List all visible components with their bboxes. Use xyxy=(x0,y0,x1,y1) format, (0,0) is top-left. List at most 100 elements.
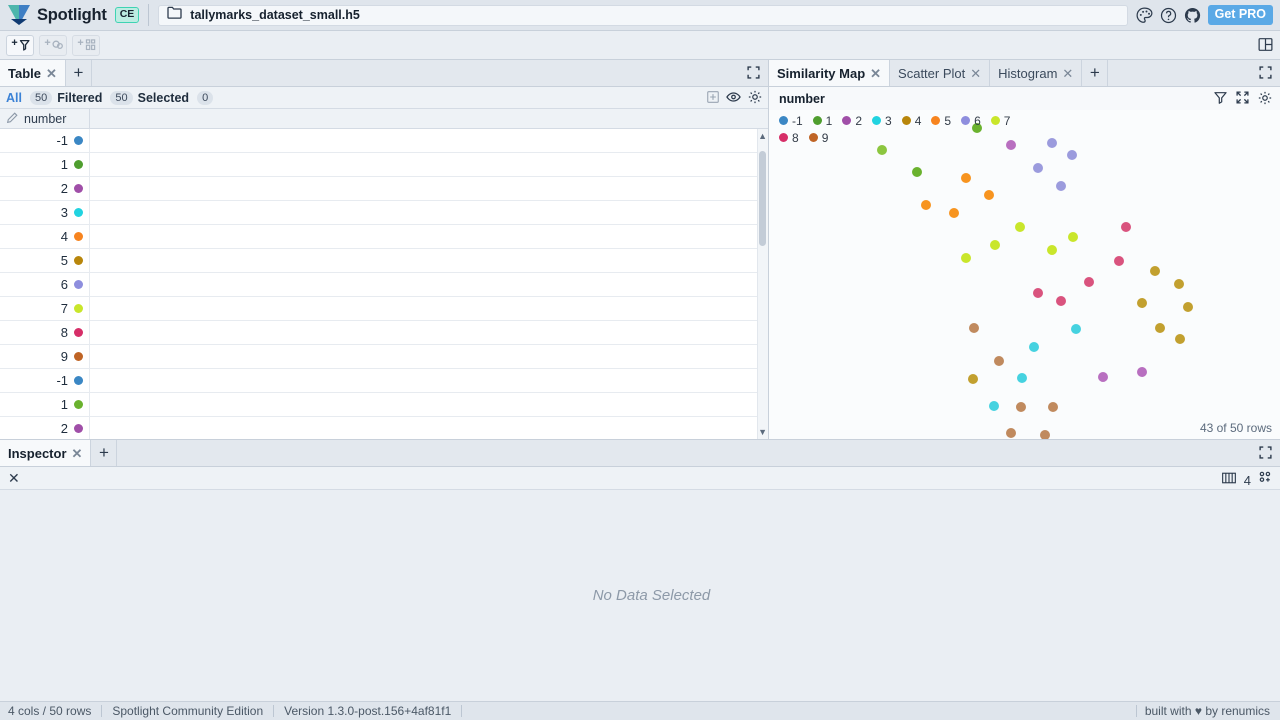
scatter-point[interactable] xyxy=(1056,296,1066,306)
legend-item[interactable]: -1 xyxy=(779,112,803,129)
legend-item[interactable]: 6 xyxy=(961,112,981,129)
legend-item[interactable]: 9 xyxy=(808,129,828,146)
close-icon[interactable]: ✕ xyxy=(72,447,83,460)
fullscreen-icon[interactable] xyxy=(1236,91,1249,110)
table-cell-number[interactable]: 8 xyxy=(0,321,90,344)
legend-item[interactable]: 4 xyxy=(901,112,921,129)
scatter-point[interactable] xyxy=(968,374,978,384)
column-header-number[interactable]: number xyxy=(0,109,90,128)
legend-item[interactable]: 8 xyxy=(779,129,799,146)
scatter-point[interactable] xyxy=(1150,266,1160,276)
close-icon[interactable]: ✕ xyxy=(1062,67,1073,80)
eye-icon[interactable] xyxy=(726,91,741,106)
table-scrollbar-thumb[interactable] xyxy=(759,151,766,246)
github-icon[interactable] xyxy=(1184,7,1201,24)
scatter-point[interactable] xyxy=(1114,256,1124,266)
scatter-point[interactable] xyxy=(1029,342,1039,352)
scatter-point[interactable] xyxy=(1040,430,1050,439)
table-cell-number[interactable]: 4 xyxy=(0,225,90,248)
table-row[interactable]: 1 xyxy=(0,153,768,177)
table-row[interactable]: 4 xyxy=(0,225,768,249)
scatter-point[interactable] xyxy=(1056,181,1066,191)
add-view-icon[interactable] xyxy=(1259,471,1272,489)
scatter-point[interactable] xyxy=(1155,323,1165,333)
scatter-point[interactable] xyxy=(1033,288,1043,298)
table-cell-number[interactable]: 1 xyxy=(0,393,90,416)
gear-icon[interactable] xyxy=(748,90,762,107)
grid-add-icon[interactable] xyxy=(707,91,719,106)
scatter-point[interactable] xyxy=(1174,279,1184,289)
scatter-point[interactable] xyxy=(1137,367,1147,377)
scatter-point[interactable] xyxy=(1047,245,1057,255)
help-circle-icon[interactable] xyxy=(1160,7,1177,24)
legend-item[interactable]: 2 xyxy=(842,112,862,129)
table-cell-number[interactable]: 9 xyxy=(0,345,90,368)
legend-item[interactable]: 3 xyxy=(872,112,892,129)
table-cell-number[interactable]: 1 xyxy=(0,153,90,176)
table-cell-number[interactable]: 2 xyxy=(0,417,90,439)
close-icon[interactable]: ✕ xyxy=(46,67,57,80)
tab-similarity-map[interactable]: Similarity Map ✕ xyxy=(769,60,891,86)
scatter-point[interactable] xyxy=(921,200,931,210)
scatter-point[interactable] xyxy=(912,167,922,177)
close-icon[interactable]: ✕ xyxy=(870,67,881,80)
scatter-point[interactable] xyxy=(994,356,1004,366)
layout-grid-icon[interactable] xyxy=(1258,37,1273,57)
legend-item[interactable]: 1 xyxy=(812,112,832,129)
scatter-point[interactable] xyxy=(969,323,979,333)
scatter-point[interactable] xyxy=(1137,298,1147,308)
add-filter-button[interactable] xyxy=(6,34,34,56)
scatter-point[interactable] xyxy=(1017,373,1027,383)
table-row[interactable]: 6 xyxy=(0,273,768,297)
scatter-point[interactable] xyxy=(1098,372,1108,382)
similarity-map-plot[interactable]: -1 1 2 3 4 5 6 7 8 9 43 of 50 rows xyxy=(769,110,1280,439)
scatter-point[interactable] xyxy=(1175,334,1185,344)
table-cell-number[interactable]: 2 xyxy=(0,177,90,200)
scatter-point[interactable] xyxy=(990,240,1000,250)
scatter-point[interactable] xyxy=(961,253,971,263)
scatter-point[interactable] xyxy=(1047,138,1057,148)
add-vis-tab-button[interactable]: + xyxy=(1082,60,1109,86)
scatter-point[interactable] xyxy=(1016,402,1026,412)
table-row[interactable]: 7 xyxy=(0,297,768,321)
add-inspector-tab-button[interactable]: + xyxy=(91,440,118,466)
file-path-bar[interactable]: tallymarks_dataset_small.h5 xyxy=(158,4,1128,26)
scatter-point[interactable] xyxy=(1015,222,1025,232)
expand-icon[interactable] xyxy=(747,66,760,84)
table-row[interactable]: 9 xyxy=(0,345,768,369)
table-row[interactable]: -1 xyxy=(0,369,768,393)
legend-item[interactable]: 5 xyxy=(931,112,951,129)
scatter-point[interactable] xyxy=(949,208,959,218)
table-cell-number[interactable]: 5 xyxy=(0,249,90,272)
columns-icon[interactable] xyxy=(1221,471,1236,489)
table-cell-number[interactable]: 3 xyxy=(0,201,90,224)
scatter-point[interactable] xyxy=(1006,428,1016,438)
scatter-point[interactable] xyxy=(984,190,994,200)
table-row[interactable]: 3 xyxy=(0,201,768,225)
scroll-down-icon[interactable]: ▼ xyxy=(758,427,767,437)
table-cell-number[interactable]: -1 xyxy=(0,369,90,392)
scatter-point[interactable] xyxy=(1067,150,1077,160)
get-pro-button[interactable]: Get PRO xyxy=(1207,4,1273,26)
table-scrollbar-track[interactable] xyxy=(757,129,768,439)
legend-item[interactable]: 7 xyxy=(990,112,1010,129)
stat-all-label[interactable]: All xyxy=(6,91,22,105)
table-cell-number[interactable]: 7 xyxy=(0,297,90,320)
table-row[interactable]: 2 xyxy=(0,417,768,439)
stat-filtered-label[interactable]: Filtered xyxy=(57,91,102,105)
expand-icon[interactable] xyxy=(1259,446,1272,464)
add-group-button[interactable] xyxy=(39,34,67,56)
close-icon[interactable]: ✕ xyxy=(8,470,20,487)
close-icon[interactable]: ✕ xyxy=(970,67,981,80)
gear-icon[interactable] xyxy=(1258,91,1272,110)
scatter-point[interactable] xyxy=(1121,222,1131,232)
table-row[interactable]: 2 xyxy=(0,177,768,201)
filter-icon[interactable] xyxy=(1214,91,1227,110)
tab-histogram[interactable]: Histogram ✕ xyxy=(990,60,1083,86)
tab-table[interactable]: Table ✕ xyxy=(0,60,66,86)
table-row[interactable]: -1 xyxy=(0,129,768,153)
scroll-up-icon[interactable]: ▲ xyxy=(758,131,767,141)
scatter-point[interactable] xyxy=(1048,402,1058,412)
scatter-point[interactable] xyxy=(989,401,999,411)
scatter-point[interactable] xyxy=(1084,277,1094,287)
